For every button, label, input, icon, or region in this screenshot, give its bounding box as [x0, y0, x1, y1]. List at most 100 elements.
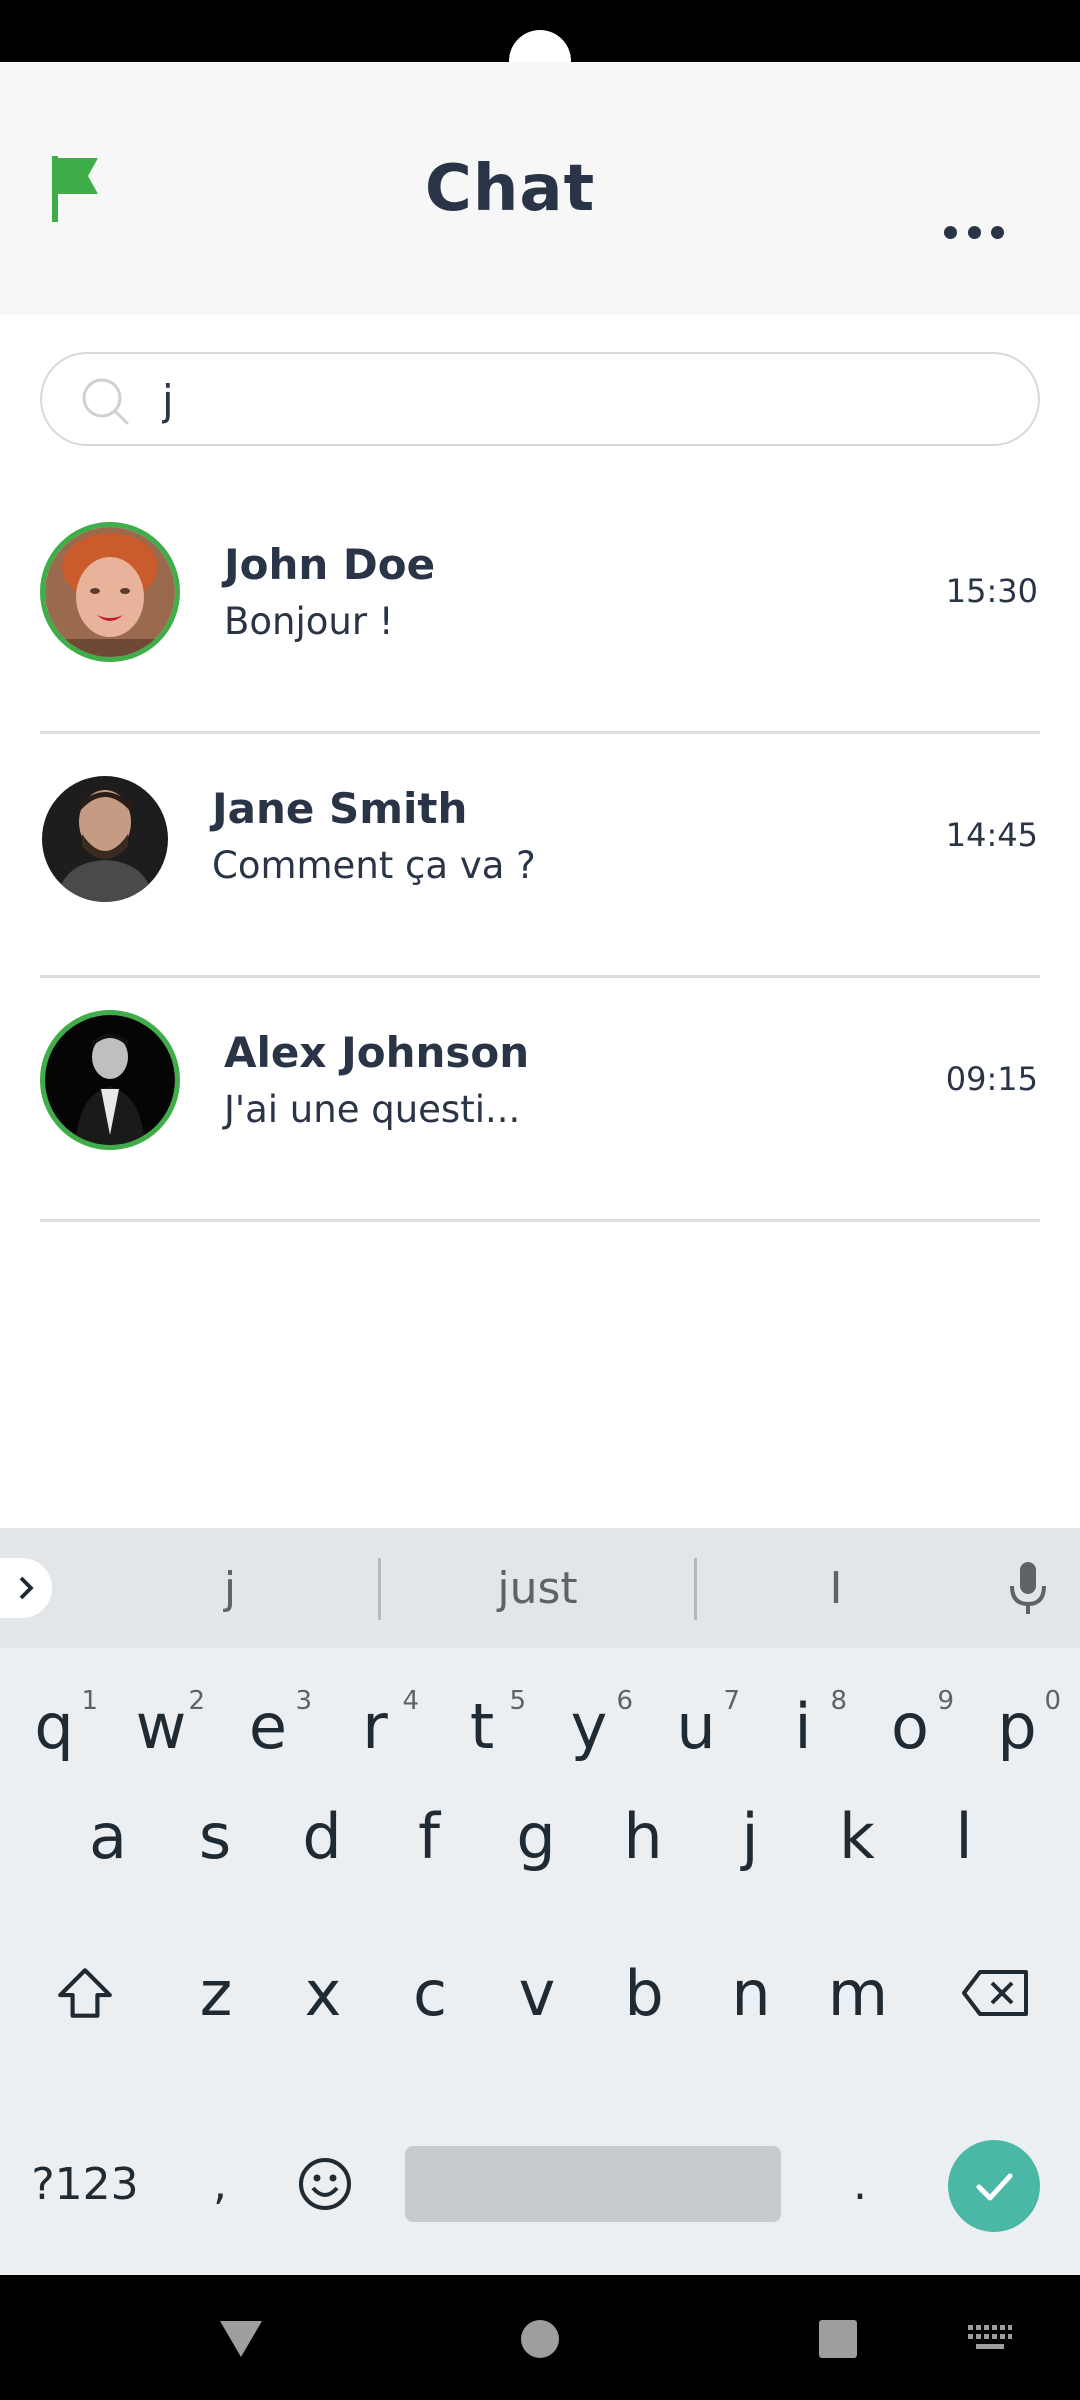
avatar [40, 522, 180, 662]
key-label: s [198, 1799, 232, 1873]
search-bar[interactable] [40, 352, 1040, 446]
period-key[interactable]: . [820, 2124, 900, 2244]
key-label: d [302, 1799, 342, 1873]
status-bar [0, 0, 1080, 92]
key-u[interactable]: u7 [646, 1666, 746, 1786]
key-number-hint: 5 [509, 1686, 526, 1716]
chat-name: John Doe [224, 540, 436, 589]
chat-name: Jane Smith [212, 784, 468, 833]
key-label: k [839, 1799, 875, 1873]
microphone-icon[interactable] [1003, 1558, 1053, 1618]
suggestion-1[interactable]: j [80, 1528, 380, 1648]
key-number-hint: 3 [295, 1686, 312, 1716]
key-k[interactable]: k [807, 1776, 907, 1896]
key-number-hint: 1 [81, 1686, 98, 1716]
avatar [42, 776, 168, 902]
recents-square-icon[interactable] [818, 2319, 858, 2364]
chat-item-john-doe[interactable]: John Doe Bonjour ! 15:30 [40, 490, 1040, 734]
key-z[interactable]: z [166, 1933, 266, 2053]
key-label: h [623, 1799, 663, 1873]
key-label: y [570, 1689, 608, 1763]
key-e[interactable]: e3 [218, 1666, 318, 1786]
key-t[interactable]: t5 [432, 1666, 532, 1786]
key-w[interactable]: w2 [111, 1666, 211, 1786]
chevron-right-icon[interactable] [0, 1558, 52, 1618]
key-label: x [304, 1956, 342, 2030]
backspace-icon[interactable] [945, 1933, 1045, 2053]
page-title: Chat [424, 151, 596, 226]
chat-list: John Doe Bonjour ! 15:30 Jane Smith Comm… [40, 490, 1040, 1222]
key-label: a [89, 1799, 127, 1873]
key-p[interactable]: p0 [967, 1666, 1067, 1786]
key-number-hint: 8 [830, 1686, 847, 1716]
home-circle-icon[interactable] [520, 2319, 560, 2364]
keyboard-switch-icon[interactable] [968, 2325, 1012, 2358]
space-key[interactable] [405, 2146, 781, 2222]
key-number-hint: 9 [937, 1686, 954, 1716]
avatar [40, 1010, 180, 1150]
suggestion-3[interactable]: I [696, 1528, 976, 1648]
key-label: q [34, 1689, 74, 1763]
key-j[interactable]: j [700, 1776, 800, 1896]
key-number-hint: 6 [616, 1686, 633, 1716]
key-y[interactable]: y6 [539, 1666, 639, 1786]
chat-message-preview: Bonjour ! [224, 600, 394, 643]
suggestion-bar: j just I [0, 1528, 1080, 1648]
key-v[interactable]: v [487, 1933, 587, 2053]
symbols-key[interactable]: ?123 [20, 2124, 150, 2244]
key-i[interactable]: i8 [753, 1666, 853, 1786]
more-horizontal-icon[interactable] [944, 222, 1004, 242]
shift-icon[interactable] [35, 1933, 135, 2053]
search-icon [80, 376, 130, 426]
chat-message-preview: Comment ça va ? [212, 844, 536, 887]
key-label: l [955, 1799, 973, 1873]
key-l[interactable]: l [914, 1776, 1014, 1896]
key-label: n [731, 1956, 771, 2030]
key-label: m [827, 1956, 889, 2030]
key-a[interactable]: a [58, 1776, 158, 1896]
key-label: e [248, 1689, 288, 1763]
key-number-hint: 4 [402, 1686, 419, 1716]
system-navigation-bar [0, 2275, 1080, 2400]
chat-name: Alex Johnson [224, 1028, 530, 1077]
key-label: t [469, 1689, 495, 1763]
key-number-hint: 2 [188, 1686, 205, 1716]
key-f[interactable]: f [379, 1776, 479, 1896]
on-screen-keyboard: j just I ?123 , . q 1 w 2 e 3 r 4 t 5 y … [0, 1528, 1080, 2275]
chat-message-preview: J'ai une questi... [224, 1088, 521, 1131]
key-label: p [997, 1689, 1037, 1763]
key-q[interactable]: q1 [4, 1666, 104, 1786]
key-label: r [362, 1689, 388, 1763]
app-header: Chat [0, 62, 1080, 315]
suggestion-2[interactable]: just [380, 1528, 695, 1648]
key-s[interactable]: s [165, 1776, 265, 1896]
key-c[interactable]: c [380, 1933, 480, 2053]
chat-time: 14:45 [945, 816, 1038, 854]
key-label: w [135, 1689, 187, 1763]
key-label: j [741, 1799, 759, 1873]
key-r[interactable]: r4 [325, 1666, 425, 1786]
back-triangle-icon[interactable] [218, 2319, 264, 2364]
key-number-hint: 7 [723, 1686, 740, 1716]
key-label: u [676, 1689, 716, 1763]
key-label: b [624, 1956, 664, 2030]
key-label: v [518, 1956, 556, 2030]
enter-check-icon[interactable] [948, 2140, 1040, 2232]
comma-key[interactable]: , [180, 2124, 260, 2244]
key-label: c [412, 1956, 448, 2030]
key-m[interactable]: m [808, 1933, 908, 2053]
key-d[interactable]: d [272, 1776, 372, 1896]
key-label: i [794, 1689, 812, 1763]
key-b[interactable]: b [594, 1933, 694, 2053]
key-h[interactable]: h [593, 1776, 693, 1896]
emoji-icon[interactable] [285, 2124, 365, 2244]
chat-time: 15:30 [945, 572, 1038, 610]
key-o[interactable]: o9 [860, 1666, 960, 1786]
key-g[interactable]: g [486, 1776, 586, 1896]
chat-item-jane-smith[interactable]: Jane Smith Comment ça va ? 14:45 [40, 734, 1040, 978]
key-x[interactable]: x [273, 1933, 373, 2053]
chat-time: 09:15 [945, 1060, 1038, 1098]
chat-item-alex-johnson[interactable]: Alex Johnson J'ai une questi... 09:15 [40, 978, 1040, 1222]
key-n[interactable]: n [701, 1933, 801, 2053]
search-input[interactable] [162, 364, 1022, 436]
